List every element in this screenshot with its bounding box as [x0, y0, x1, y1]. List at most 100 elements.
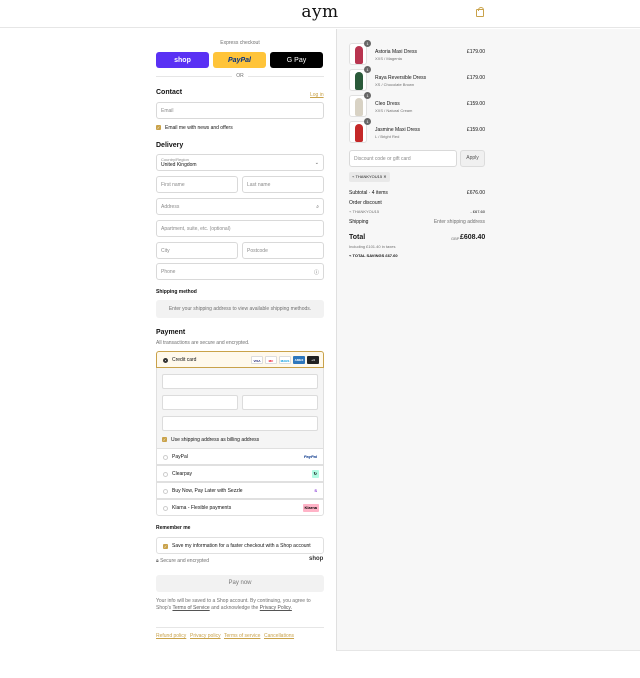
- dress-image: [355, 98, 363, 116]
- brand-logo[interactable]: aym: [0, 2, 640, 22]
- apartment-field[interactable]: Apartment, suite, etc. (optional): [156, 220, 324, 237]
- item-price: £159.00: [466, 101, 485, 107]
- google-pay-button[interactable]: G Pay: [270, 52, 323, 68]
- remove-code-icon[interactable]: ✕: [382, 174, 386, 179]
- credit-card-label: Credit card: [172, 357, 197, 363]
- address-field[interactable]: Address ⌕: [156, 198, 324, 215]
- total-savings: ⌁ TOTAL SAVINGS £67.60: [349, 253, 398, 258]
- billing-checkbox[interactable]: ✓: [162, 437, 167, 442]
- expiry-field[interactable]: [162, 395, 238, 410]
- security-code-field[interactable]: [242, 395, 318, 410]
- mastercard-icon: MC: [265, 356, 277, 364]
- payment-option-klarna[interactable]: Klarna - Flexible payments Klarna: [156, 499, 324, 516]
- country-value: United Kingdom: [161, 162, 197, 168]
- privacy-link[interactable]: Privacy Policy.: [260, 605, 292, 611]
- legal-and: and acknowledge the: [211, 605, 259, 611]
- card-form: [156, 368, 324, 448]
- apply-button[interactable]: Apply: [460, 150, 485, 167]
- shipping-info-box: Enter your shipping address to view avai…: [156, 300, 324, 318]
- first-name-field[interactable]: First name: [156, 176, 238, 193]
- pay-now-button[interactable]: Pay now: [156, 575, 324, 592]
- billing-checkbox-label: Use shipping address as billing address: [171, 437, 260, 443]
- item-price: £179.00: [466, 49, 485, 55]
- phone-field[interactable]: Phone ⓘ: [156, 263, 324, 280]
- refund-policy-link[interactable]: Refund policy: [156, 633, 186, 639]
- order-discount-code-row: ⌁ THANKYOU15 - £67.60: [349, 209, 485, 214]
- postcode-placeholder: Postcode: [247, 248, 268, 254]
- cart-item: 1 Astoria Maxi Dress XXS / Magenta £179.…: [349, 40, 485, 65]
- payment-option-sezzle[interactable]: Buy Now, Pay Later with Sezzle S: [156, 482, 324, 499]
- email-placeholder: Email: [161, 108, 174, 114]
- postcode-field[interactable]: Postcode: [242, 242, 324, 259]
- city-placeholder: City: [161, 248, 170, 254]
- shop-logo: shop: [309, 556, 324, 562]
- quantity-badge: 1: [364, 118, 371, 125]
- maestro-icon: MAES: [279, 356, 291, 364]
- last-name-field[interactable]: Last name: [242, 176, 324, 193]
- help-icon[interactable]: ⓘ: [314, 269, 319, 276]
- payment-subtitle: All transactions are secure and encrypte…: [156, 340, 250, 346]
- shopping-bag-icon[interactable]: [476, 7, 484, 17]
- order-discount-label: Order discount: [349, 200, 382, 206]
- shipping-value: Enter shipping address: [433, 219, 485, 225]
- terms-of-service-link[interactable]: Terms of service: [224, 633, 260, 639]
- more-cards-icon: +4: [307, 356, 319, 364]
- shipping-method-heading: Shipping method: [156, 289, 197, 295]
- email-field[interactable]: Email: [156, 102, 324, 119]
- discount-code-input[interactable]: Discount code or gift card: [349, 150, 457, 167]
- item-variant: XXS / Natural Cream: [375, 108, 413, 113]
- item-name: Jasmine Maxi Dress: [375, 127, 421, 133]
- quantity-badge: 1: [364, 40, 371, 47]
- city-field[interactable]: City: [156, 242, 238, 259]
- name-on-card-field[interactable]: [162, 416, 318, 431]
- search-icon: ⌕: [316, 204, 319, 210]
- privacy-policy-link[interactable]: Privacy policy: [190, 633, 221, 639]
- clearpay-icon: ↻: [311, 470, 319, 478]
- product-thumbnail: [349, 69, 367, 91]
- radio-sezzle[interactable]: [163, 489, 168, 494]
- item-price: £159.00: [466, 127, 485, 133]
- clearpay-label: Clearpay: [172, 471, 193, 477]
- amex-icon: AMEX: [293, 356, 305, 364]
- shop-pay-button[interactable]: shop: [156, 52, 209, 68]
- radio-paypal[interactable]: [163, 455, 168, 460]
- quantity-badge: 1: [364, 92, 371, 99]
- quantity-badge: 1: [364, 66, 371, 73]
- product-thumbnail: [349, 43, 367, 65]
- remember-me-checkbox[interactable]: ✓: [163, 544, 168, 549]
- payment-option-paypal[interactable]: PayPal PayPal: [156, 448, 324, 465]
- tax-note: Including £101.40 in taxes: [349, 244, 396, 249]
- radio-credit-card[interactable]: [163, 358, 168, 363]
- country-select[interactable]: Country/Region United Kingdom ⌄: [156, 154, 324, 171]
- terms-link[interactable]: Terms of Service: [172, 605, 209, 611]
- item-name: Raya Reversible Dress: [375, 75, 427, 81]
- subtotal-label: Subtotal · 4 items: [349, 190, 388, 196]
- order-discount-code: THANKYOU15: [352, 209, 380, 214]
- news-checkbox[interactable]: ✓: [156, 125, 161, 130]
- or-label: OR: [232, 73, 248, 79]
- radio-klarna[interactable]: [163, 506, 168, 511]
- radio-clearpay[interactable]: [163, 472, 168, 477]
- paypal-button[interactable]: PayPal: [213, 52, 266, 68]
- cart-item: 1 Cleo Dress XXS / Natural Cream £159.00: [349, 92, 485, 117]
- remember-me-box: ✓ Save my information for a faster check…: [156, 537, 324, 554]
- payment-heading: Payment: [156, 329, 186, 336]
- phone-placeholder: Phone: [161, 269, 176, 275]
- payment-option-clearpay[interactable]: Clearpay ↻: [156, 465, 324, 482]
- klarna-label: Klarna - Flexible payments: [172, 505, 232, 511]
- item-name: Cleo Dress: [375, 101, 400, 107]
- apartment-placeholder: Apartment, suite, etc. (optional): [161, 226, 231, 232]
- payment-option-credit-card[interactable]: Credit card VISA MC MAES AMEX +4: [156, 351, 324, 368]
- discount-chip: ⌁ THANKYOU15 ✕: [349, 172, 390, 182]
- card-number-field[interactable]: [162, 374, 318, 389]
- total-currency: GBP: [451, 236, 460, 241]
- klarna-icon: Klarna: [302, 504, 319, 512]
- product-thumbnail: [349, 121, 367, 143]
- order-discount-value: - £67.60: [470, 209, 485, 214]
- cart-item: 1 Jasmine Maxi Dress L / Bright Red £159…: [349, 118, 485, 143]
- remember-me-heading: Remember me: [156, 525, 191, 531]
- cancellations-link[interactable]: Cancellations: [264, 633, 294, 639]
- shipping-label: Shipping: [349, 219, 369, 225]
- login-link[interactable]: Log in: [310, 92, 324, 98]
- dress-image: [355, 124, 363, 142]
